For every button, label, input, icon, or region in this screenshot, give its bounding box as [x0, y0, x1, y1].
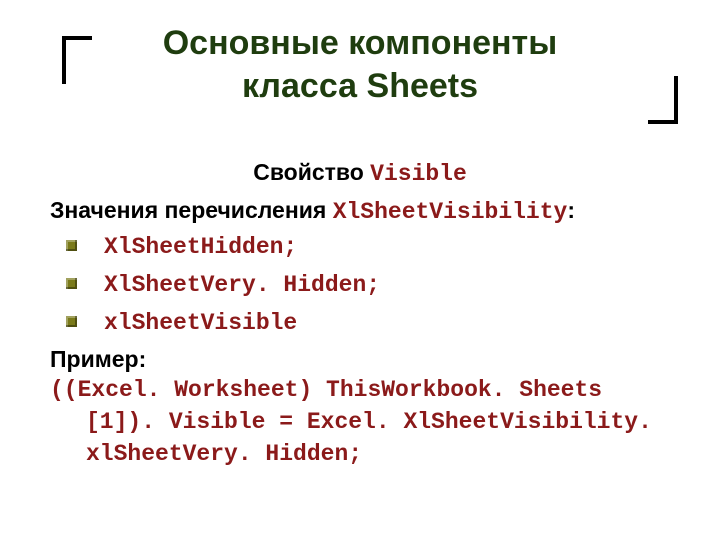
title-line-2: класса Sheets [242, 67, 478, 105]
enum-values-list: XlSheetHidden; XlSheetVery. Hidden; xlSh… [50, 230, 670, 339]
enum-label: Значения перечисления [50, 197, 333, 223]
corner-decoration-top-left [62, 36, 92, 84]
enum-code: XlSheetVisibility [333, 199, 568, 225]
content-block: Свойство Visible Значения перечисления X… [0, 107, 720, 471]
enum-value: xlSheetVisible [104, 310, 297, 336]
enum-suffix: : [567, 197, 575, 223]
code-example: ((Excel. Worksheet) ThisWorkbook. Sheets… [50, 375, 670, 470]
property-subtitle: Свойство Visible [50, 157, 670, 191]
list-item: XlSheetVery. Hidden; [66, 268, 670, 302]
list-item: xlSheetVisible [66, 306, 670, 340]
code-line: xlSheetVery. Hidden; [50, 439, 670, 471]
code-line: [1]). Visible = Excel. XlSheetVisibility… [50, 407, 670, 439]
list-item: XlSheetHidden; [66, 230, 670, 264]
example-label: Пример: [50, 344, 670, 376]
subtitle-label: Свойство [253, 159, 370, 185]
corner-decoration-bottom-right [648, 76, 678, 124]
subtitle-code: Visible [370, 161, 467, 187]
enum-value: XlSheetHidden; [104, 234, 297, 260]
enum-intro: Значения перечисления XlSheetVisibility: [50, 195, 670, 229]
title-line-1: Основные компоненты [163, 24, 558, 62]
code-line: ((Excel. Worksheet) ThisWorkbook. Sheets [50, 375, 670, 407]
slide-title: Основные компоненты класса Sheets [0, 22, 720, 107]
title-block: Основные компоненты класса Sheets [0, 0, 720, 107]
enum-value: XlSheetVery. Hidden; [104, 272, 380, 298]
